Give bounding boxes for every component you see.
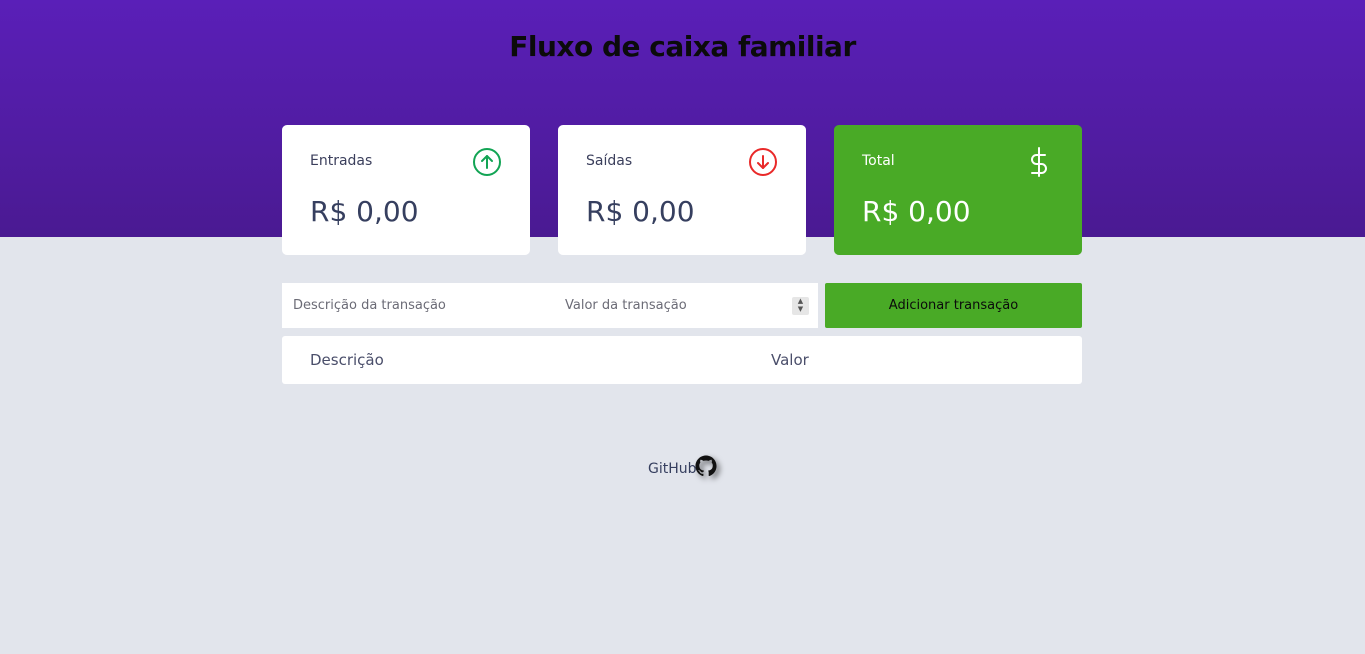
total-label: Total: [862, 153, 895, 169]
github-icon[interactable]: [695, 455, 717, 477]
income-amount: R$ 0,00: [310, 195, 419, 228]
github-link[interactable]: GitHub: [648, 461, 697, 477]
income-card: Entradas R$ 0,00: [282, 125, 530, 255]
description-field-wrapper: [282, 283, 554, 328]
column-amount: Valor: [771, 351, 809, 369]
total-card: Total R$ 0,00: [834, 125, 1082, 255]
number-stepper[interactable]: ▲ ▼: [792, 297, 809, 315]
expense-amount: R$ 0,00: [586, 195, 695, 228]
expense-card: Saídas R$ 0,00: [558, 125, 806, 255]
chevron-down-icon[interactable]: ▼: [792, 305, 809, 313]
chevron-up-icon[interactable]: ▲: [792, 297, 809, 305]
total-amount: R$ 0,00: [862, 195, 971, 228]
column-description: Descrição: [310, 351, 384, 369]
amount-field-wrapper: ▲ ▼: [554, 283, 818, 328]
arrow-down-circle-icon: [749, 148, 777, 176]
transaction-form: ▲ ▼ Adicionar transação: [282, 283, 1082, 328]
transactions-table-header: Descrição Valor: [282, 336, 1082, 384]
income-label: Entradas: [310, 153, 373, 169]
amount-input[interactable]: [554, 283, 818, 328]
description-input[interactable]: [282, 283, 554, 328]
expense-label: Saídas: [586, 153, 633, 169]
dollar-icon: [1031, 147, 1047, 177]
add-transaction-button[interactable]: Adicionar transação: [825, 283, 1082, 328]
page-title: Fluxo de caixa familiar: [509, 30, 856, 63]
arrow-up-circle-icon: [473, 148, 501, 176]
